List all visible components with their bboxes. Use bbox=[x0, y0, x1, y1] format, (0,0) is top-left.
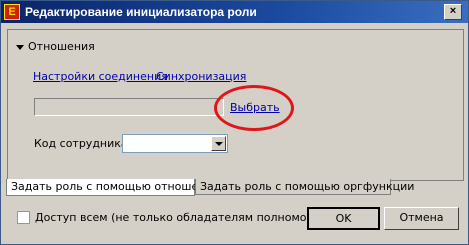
access-all-label[interactable]: Доступ всем (не только обладателям полно… bbox=[35, 211, 332, 224]
employee-code-select[interactable] bbox=[122, 134, 228, 153]
tab-org-function[interactable]: Задать роль с помощью оргфункции bbox=[195, 179, 414, 195]
title-bar[interactable]: E Редактирование инициализатора роли × bbox=[1, 1, 468, 23]
dialog-window: E Редактирование инициализатора роли × О… bbox=[0, 0, 469, 245]
section-header-relations[interactable]: Отношения bbox=[16, 40, 95, 53]
ok-button[interactable]: OK bbox=[307, 207, 380, 230]
connection-settings-link[interactable]: Настройки соединения bbox=[33, 70, 168, 83]
tab-relation[interactable]: Задать роль с помощью отношения bbox=[6, 179, 219, 196]
access-all-checkbox[interactable] bbox=[17, 211, 30, 224]
role-field bbox=[34, 98, 224, 116]
relation-panel: Отношения Настройки соединения Синхрониз… bbox=[7, 29, 464, 181]
chevron-down-icon bbox=[215, 142, 223, 146]
window-title: Редактирование инициализатора роли bbox=[25, 5, 257, 19]
collapse-triangle-icon[interactable] bbox=[16, 44, 24, 50]
cancel-button[interactable]: Отмена bbox=[384, 207, 459, 230]
section-label: Отношения bbox=[28, 40, 95, 53]
close-button[interactable]: × bbox=[444, 4, 462, 20]
employee-code-label: Код сотрудника bbox=[34, 137, 128, 150]
sync-link[interactable]: Синхронизация bbox=[156, 70, 246, 83]
dropdown-button[interactable] bbox=[211, 136, 226, 151]
select-link[interactable]: Выбрать bbox=[230, 101, 280, 114]
app-icon: E bbox=[4, 4, 20, 20]
